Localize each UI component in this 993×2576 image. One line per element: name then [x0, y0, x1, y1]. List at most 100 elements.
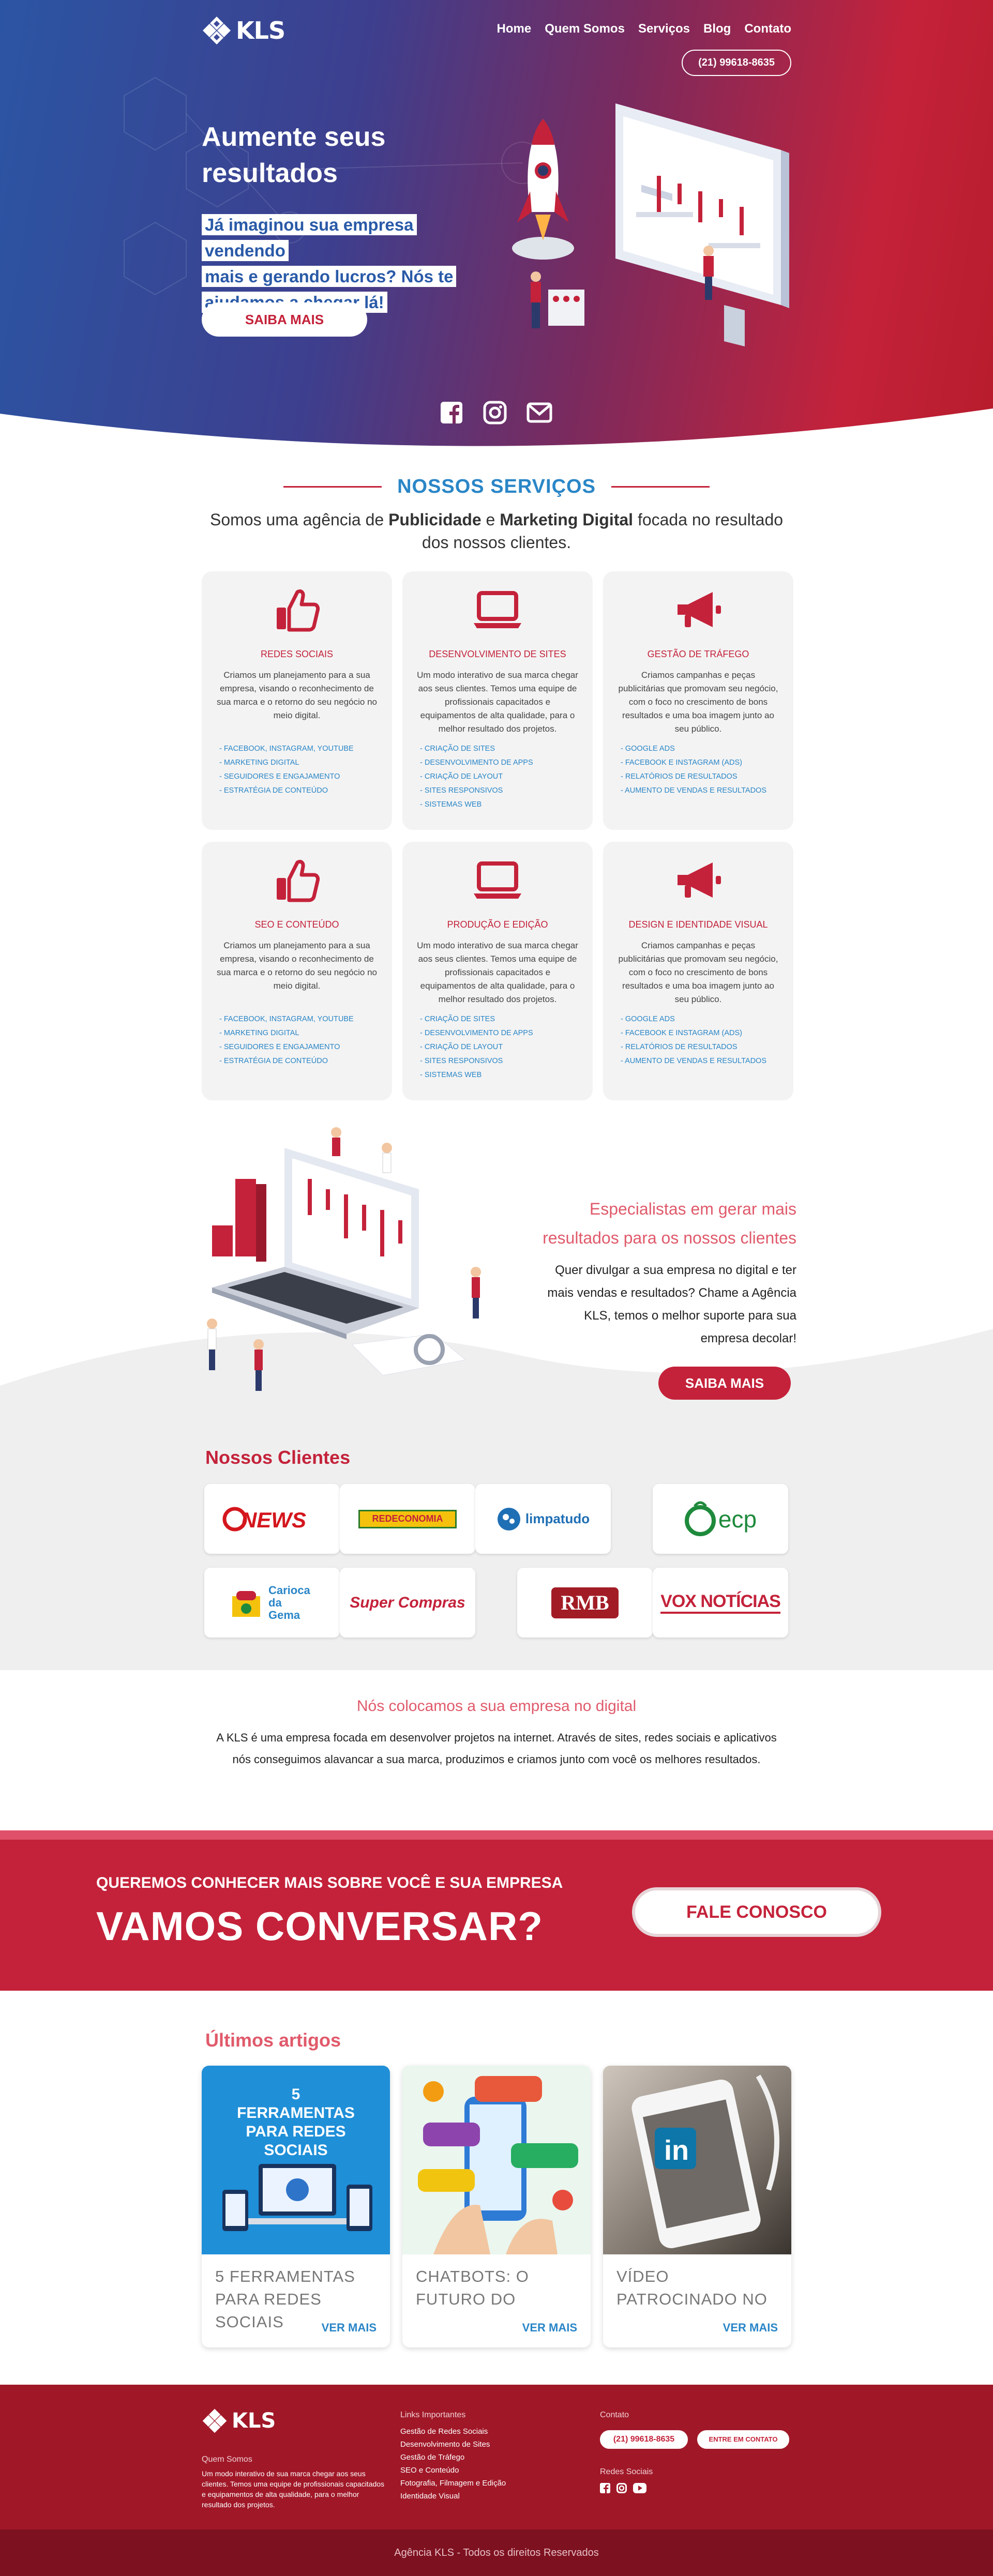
- client-logo-limpatudo[interactable]: limpatudo: [475, 1484, 611, 1554]
- footer-links: Gestão de Redes Sociais Desenvolvimento …: [400, 2425, 506, 2503]
- services-intro: Somos uma agência de Publicidade e Marke…: [0, 508, 993, 554]
- service-card-list-item: - MARKETING DIGITAL: [219, 759, 299, 767]
- client-logo-ecp[interactable]: ecp: [653, 1484, 788, 1554]
- phone-button[interactable]: (21) 99618-8635: [682, 50, 791, 76]
- service-card[interactable]: DESIGN E IDENTIDADE VISUAL Criamos campan…: [603, 842, 793, 1100]
- client-logo-text: NEWS: [241, 1508, 306, 1532]
- service-card-list: - GOOGLE ADS - FACEBOOK E INSTAGRAM (ADS)…: [621, 1012, 783, 1068]
- service-card-list-item: - CRIAÇÃO DE SITES: [420, 745, 495, 753]
- facebook-icon[interactable]: [600, 2483, 610, 2493]
- banner-title: VAMOS CONVERSAR?: [96, 1903, 543, 1949]
- specialists-text: Quer divulgar a sua empresa no digital e…: [522, 1259, 796, 1350]
- service-card-description: Criamos um planejamento para a sua empre…: [217, 941, 377, 991]
- services-header: NOSSOS SERVIÇOS Somos uma agência de Pub…: [0, 476, 993, 554]
- nav-quem-somos[interactable]: Quem Somos: [545, 22, 625, 36]
- footer-link[interactable]: Desenvolvimento de Sites: [400, 2438, 506, 2451]
- specialists-title-line: Especialistas em gerar mais: [589, 1200, 796, 1218]
- footer-links-label: Links Importantes: [400, 2411, 466, 2419]
- footer-link[interactable]: Identidade Visual: [400, 2490, 506, 2503]
- footer-link[interactable]: Gestão de Tráfego: [400, 2451, 506, 2464]
- intro-text: Somos uma agência de: [209, 510, 389, 529]
- service-card-list-item: - GOOGLE ADS: [621, 1015, 675, 1023]
- client-logo-news[interactable]: NEWS: [204, 1484, 340, 1554]
- clients-title: Nossos Clientes: [205, 1447, 351, 1468]
- youtube-icon[interactable]: [633, 2483, 646, 2493]
- specialists-text-line: KLS, temos o melhor suporte para sua: [584, 1309, 796, 1323]
- intro-text: dos nossos clientes.: [422, 533, 571, 552]
- footer-phone-button[interactable]: (21) 99618-8635: [600, 2430, 688, 2449]
- kls-logo-icon: [202, 2408, 227, 2433]
- ver-mais-link[interactable]: VER MAIS: [522, 2321, 577, 2335]
- about-title: Nós colocamos a sua empresa no digital: [356, 1698, 637, 1715]
- limpatudo-logo-icon: limpatudo: [496, 1507, 590, 1532]
- hero-wave-divider: [0, 408, 993, 450]
- nav-blog[interactable]: Blog: [703, 22, 731, 36]
- specialists-title-line: resultados para os nossos clientes: [543, 1229, 796, 1247]
- ver-mais-link[interactable]: VER MAIS: [322, 2321, 377, 2335]
- article-title-line: FUTURO DO: [416, 2290, 516, 2308]
- footer-logo[interactable]: KLS: [202, 2408, 276, 2434]
- service-card-description: Um modo interativo de sua marca chegar a…: [417, 670, 578, 734]
- service-card-list-item: - CRIAÇÃO DE LAYOUT: [420, 772, 503, 781]
- service-card[interactable]: DESENVOLVIMENTO DE SITES Um modo interati…: [402, 571, 593, 830]
- article-image: [402, 2066, 591, 2254]
- article-card[interactable]: in VÍDEO PATROCINADO NO VER MAIS: [603, 2066, 791, 2347]
- service-card-list-item: - AUMENTO DE VENDAS E RESULTADOS: [621, 786, 766, 795]
- hero-subtitle: Já imaginou sua empresa vendendo mais e …: [202, 212, 491, 315]
- banner-subtitle: QUEREMOS CONHECER MAIS SOBRE VOCÊ E SUA …: [96, 1874, 563, 1891]
- laptop-icon: [402, 587, 593, 639]
- banner-top-stripe: [0, 1830, 993, 1840]
- client-logo-redeconomia[interactable]: REDECONOMIA: [340, 1484, 475, 1554]
- footer-link[interactable]: Fotografia, Filmagem e Edição: [400, 2477, 506, 2490]
- service-card-list-item: - DESENVOLVIMENTO DE APPS: [420, 1029, 533, 1037]
- client-logo-rmb[interactable]: RMB: [517, 1568, 653, 1638]
- client-logo-text: ecp: [718, 1505, 757, 1533]
- client-logo-carioca-da-gema[interactable]: Carioca da Gema: [204, 1568, 340, 1638]
- nav-servicos[interactable]: Serviços: [638, 22, 690, 36]
- article-card[interactable]: CHATBOTS: O FUTURO DO VER MAIS: [402, 2066, 591, 2347]
- logo[interactable]: KLS: [202, 16, 285, 46]
- super-compras-logo-icon: Super Compras: [350, 1594, 465, 1611]
- specialists-saiba-mais-button[interactable]: SAIBA MAIS: [658, 1367, 791, 1400]
- client-logo-super-compras[interactable]: Super Compras: [340, 1568, 475, 1638]
- nav-contato[interactable]: Contato: [744, 22, 791, 36]
- nav-home[interactable]: Home: [497, 22, 532, 36]
- footer-about-label: Quem Somos: [202, 2455, 252, 2464]
- footer: KLS Quem Somos Um modo interativo de sua…: [0, 2385, 993, 2576]
- article-card[interactable]: 5 FERRAMENTAS PARA REDES SOCIAIS 5 FERRA…: [202, 2066, 390, 2347]
- service-card-list: - FACEBOOK, INSTAGRAM, YOUTUBE - MARKETIN…: [219, 742, 382, 798]
- laptop-icon: [402, 857, 593, 909]
- service-card-list-item: - CRIAÇÃO DE SITES: [420, 1015, 495, 1023]
- footer-link[interactable]: Gestão de Redes Sociais: [400, 2425, 506, 2438]
- article-image-text: 5 FERRAMENTAS PARA REDES SOCIAIS: [237, 2086, 355, 2159]
- service-card-title: DESIGN E IDENTIDADE VISUAL: [628, 919, 768, 930]
- fale-conosco-button[interactable]: FALE CONOSCO: [632, 1887, 881, 1937]
- main-menu: Home Quem Somos Serviços Blog Contato: [497, 22, 791, 36]
- news-logo-icon: NEWS: [222, 1507, 306, 1532]
- footer-link[interactable]: SEO e Conteúdo: [400, 2464, 506, 2477]
- hero-saiba-mais-button[interactable]: SAIBA MAIS: [202, 302, 367, 337]
- megaphone-icon: [603, 587, 793, 639]
- thumbs-up-icon: [202, 857, 392, 909]
- client-logo-vox-noticias[interactable]: VOX NOTÍCIAS: [653, 1568, 788, 1638]
- carioca-logo-icon: Carioca da Gema: [229, 1584, 315, 1622]
- service-card-list-item: - ESTRATÉGIA DE CONTEÚDO: [219, 786, 328, 795]
- client-logo-text: REDECONOMIA: [372, 1513, 443, 1524]
- service-card[interactable]: REDES SOCIAIS Criamos um planejamento par…: [202, 571, 392, 830]
- footer-contact-button[interactable]: ENTRE EM CONTATO: [697, 2430, 789, 2449]
- service-card-title: PRODUÇÃO E EDIÇÃO: [447, 919, 548, 930]
- service-card-list-item: - FACEBOOK E INSTAGRAM (ADS): [621, 759, 742, 767]
- service-card-list: - FACEBOOK, INSTAGRAM, YOUTUBE - MARKETIN…: [219, 1012, 382, 1068]
- service-card[interactable]: SEO E CONTEÚDO Criamos um planejamento pa…: [202, 842, 392, 1100]
- service-card-list-item: - DESENVOLVIMENTO DE APPS: [420, 759, 533, 767]
- services-title: NOSSOS SERVIÇOS: [397, 476, 596, 497]
- service-card-title: DESENVOLVIMENTO DE SITES: [429, 649, 566, 659]
- service-card-list-item: - RELATÓRIOS DE RESULTADOS: [621, 772, 738, 781]
- instagram-icon[interactable]: [616, 2483, 627, 2493]
- ver-mais-link[interactable]: VER MAIS: [723, 2321, 778, 2335]
- divider-line: [283, 486, 382, 488]
- article-title-line: PARA REDES SOCIAIS: [215, 2290, 322, 2331]
- service-card[interactable]: PRODUÇÃO E EDIÇÃO Um modo interativo de s…: [402, 842, 593, 1100]
- service-card-list-item: - ESTRATÉGIA DE CONTEÚDO: [219, 1057, 328, 1065]
- service-card[interactable]: GESTÃO DE TRÁFEGO Criamos campanhas e peç…: [603, 571, 793, 830]
